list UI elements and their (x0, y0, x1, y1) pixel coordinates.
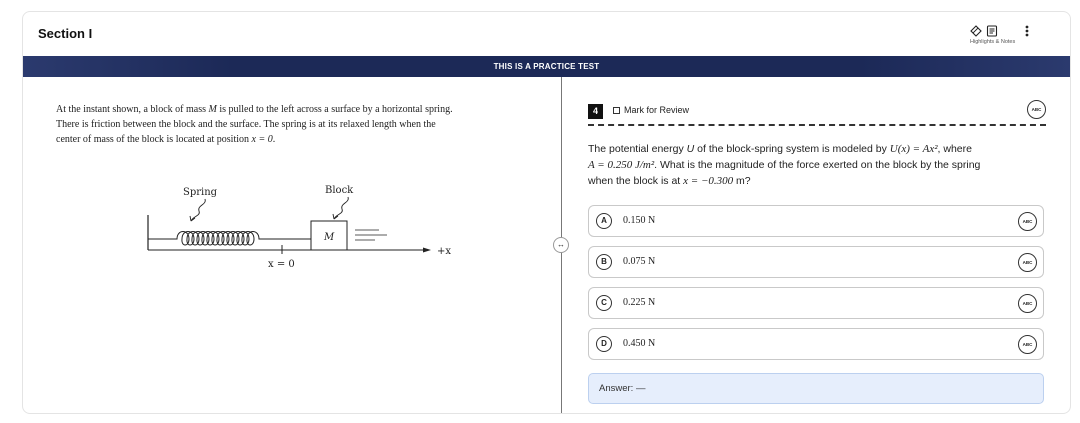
passage-line: center of mass of the block is located a… (56, 134, 252, 145)
passage-text: At the instant shown, a block of mass M … (56, 102, 526, 147)
passage-pane: At the instant shown, a block of mass M … (23, 77, 561, 413)
choice-letter: B (596, 254, 612, 270)
question-stem: The potential energy U of the block-spri… (588, 141, 1054, 189)
answer-display: Answer: — (599, 383, 645, 394)
block-pointer (333, 196, 349, 220)
strikethrough-button[interactable]: ABC (1018, 212, 1037, 231)
spring-coil (148, 231, 275, 246)
stem-text: The potential energy (588, 143, 687, 155)
spring-label: Spring (183, 187, 218, 198)
stem-equation: A = 0.250 J/m² (588, 159, 655, 171)
choice-d[interactable]: D 0.450 N ABC (588, 328, 1044, 360)
passage-line: is pulled to the left across a surface b… (216, 104, 453, 115)
choice-letter: A (596, 213, 612, 229)
stem-text: . What is the magnitude of the force exe… (654, 159, 981, 171)
strikethrough-button[interactable]: ABC (1018, 294, 1037, 313)
answer-choices: A 0.150 N ABC B 0.075 N ABC C 0.225 N AB… (588, 205, 1044, 369)
strikethrough-button[interactable]: ABC (1018, 253, 1037, 272)
passage-line: . (272, 134, 276, 145)
position-equation: x = 0 (251, 134, 273, 145)
tools-label: Highlights & Notes (970, 39, 1016, 45)
spring-pointer (190, 198, 206, 222)
strikethrough-button[interactable]: ABC (1018, 335, 1037, 354)
mark-for-review-toggle[interactable]: Mark for Review (613, 105, 689, 115)
question-header: 4 Mark for Review ABC (588, 100, 1046, 126)
highlighter-icon[interactable] (970, 25, 982, 37)
stem-text: when the block is at (588, 175, 684, 187)
mass-symbol: M (208, 104, 217, 115)
block-spring-figure: Spring Block +x M x = 0 (147, 185, 451, 270)
tools-group: Highlights & Notes (968, 25, 1048, 47)
answer-value: — (635, 383, 646, 394)
block-label: Block (325, 185, 354, 196)
answer-box: Answer: — (588, 373, 1044, 404)
block-mass-label: M (323, 232, 335, 243)
mark-review-label: Mark for Review (624, 105, 690, 115)
choice-b[interactable]: B 0.075 N ABC (588, 246, 1044, 278)
choice-text: 0.450 N (623, 338, 656, 349)
axis-arrowhead (423, 247, 431, 253)
choice-letter: D (596, 336, 612, 352)
section-title: Section I (38, 26, 93, 41)
stem-text: m? (733, 175, 751, 187)
choice-c[interactable]: C 0.225 N ABC (588, 287, 1044, 319)
choice-text: 0.225 N (623, 297, 656, 308)
notes-icon[interactable] (986, 25, 998, 37)
answer-label: Answer: (599, 383, 634, 394)
origin-label: x = 0 (268, 259, 295, 270)
answer-eliminator-button[interactable]: ABC (1027, 100, 1046, 119)
stem-text: of the block-spring system is modeled by (694, 143, 890, 155)
axis-label: +x (437, 246, 451, 257)
choice-letter: C (596, 295, 612, 311)
passage-line: At the instant shown, a block of mass (56, 104, 209, 115)
choice-text: 0.150 N (623, 215, 656, 226)
question-pane: 4 Mark for Review ABC The potential ener… (562, 77, 1070, 413)
stem-equation: U(x) = Ax² (889, 143, 938, 155)
choice-text: 0.075 N (623, 256, 656, 267)
choice-a[interactable]: A 0.150 N ABC (588, 205, 1044, 237)
question-number: 4 (588, 104, 603, 119)
header: Section I Highlights & Notes (23, 12, 1070, 56)
practice-test-banner: THIS IS A PRACTICE TEST (23, 56, 1070, 77)
test-frame: Section I Highlights & Notes THIS IS A P… (22, 11, 1071, 414)
bookmark-checkbox-icon[interactable] (613, 106, 620, 114)
more-options-icon[interactable] (1024, 25, 1030, 39)
passage-line: There is friction between the block and … (56, 119, 436, 130)
stem-text: , where (937, 143, 972, 155)
stem-equation: x = −0.300 (683, 175, 734, 187)
